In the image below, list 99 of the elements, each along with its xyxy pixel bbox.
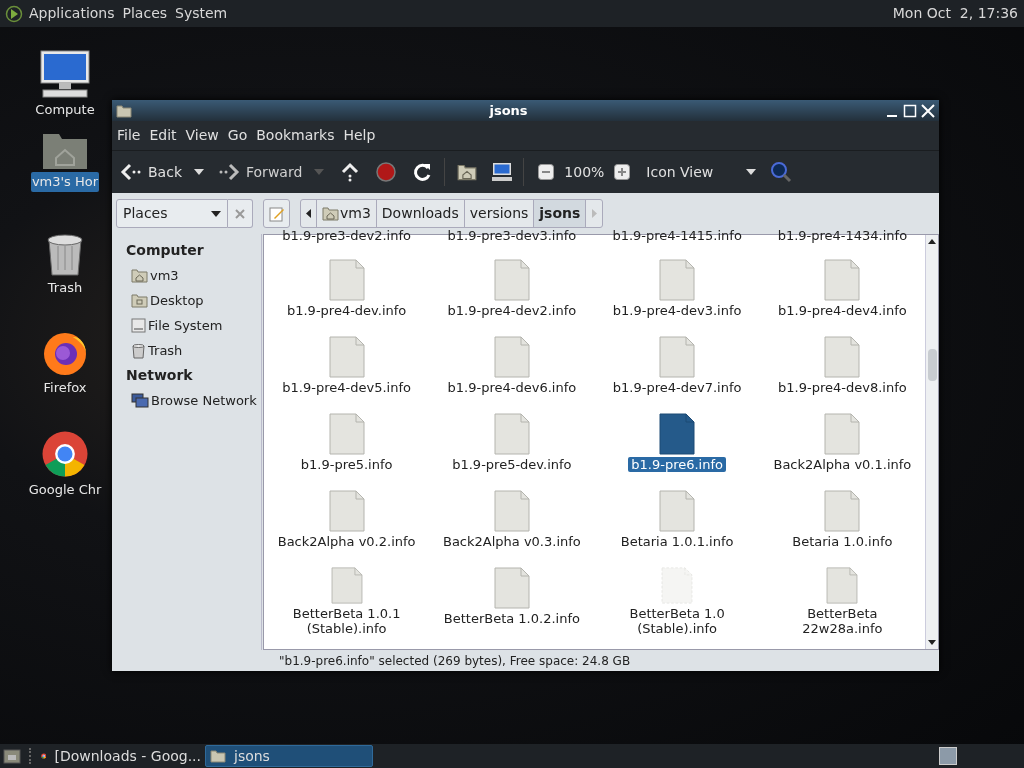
file-name[interactable]: b1.9-pre4-dev4.info xyxy=(775,303,910,318)
forward-arrow-icon xyxy=(218,163,240,181)
file-name[interactable]: b1.9-pre4-dev3.info xyxy=(609,303,745,318)
zoom-level: 100% xyxy=(564,162,605,182)
document-icon[interactable] xyxy=(659,413,696,455)
places-dropdown[interactable]: Places xyxy=(116,199,228,228)
file-name[interactable]: BetterBeta 1.0.2.info xyxy=(440,611,583,626)
sidebar-item[interactable]: vm3 xyxy=(126,263,179,288)
view-mode-dropdown[interactable]: Icon View xyxy=(646,161,757,183)
right-arrow-icon xyxy=(591,209,597,218)
desktop-icon-label[interactable]: Trash xyxy=(46,278,84,298)
reload-icon[interactable] xyxy=(412,162,433,182)
computer-icon xyxy=(39,50,91,98)
file-name[interactable]: BetterBeta 1.0.1 (Stable).info xyxy=(271,606,422,636)
path-crumb[interactable]: Downloads xyxy=(376,200,465,227)
close-sidebar-button[interactable] xyxy=(228,199,253,228)
file-name[interactable]: Back2Alpha v0.3.info xyxy=(439,534,584,549)
sidebar-item[interactable]: File System xyxy=(126,313,223,338)
sidebar-item[interactable]: Browse Network xyxy=(126,388,257,413)
network-icon xyxy=(131,392,149,409)
file-name[interactable]: b1.9-pre4-dev8.info xyxy=(775,380,910,395)
left-arrow-icon xyxy=(306,209,311,218)
home-folder-icon xyxy=(131,268,148,283)
window-title: jsons xyxy=(489,101,528,120)
close-icon[interactable] xyxy=(921,103,935,118)
firefox-logo-icon xyxy=(42,330,88,376)
menu-item[interactable]: Help xyxy=(343,125,376,146)
drive-icon xyxy=(131,318,146,333)
file-name[interactable]: Back2Alpha v0.2.info xyxy=(274,534,419,549)
file-name[interactable]: b1.9-pre5-dev.info xyxy=(449,457,575,472)
menu-item[interactable]: Bookmarks xyxy=(256,125,335,146)
menu-item[interactable]: Go xyxy=(227,125,248,146)
scroll-thumb[interactable] xyxy=(927,349,937,381)
home-folder-icon xyxy=(322,206,339,221)
forward-button[interactable]: Forward xyxy=(218,161,303,183)
dropdown-arrow-icon xyxy=(211,210,221,217)
search-icon[interactable] xyxy=(770,161,793,183)
desktop-icon-label[interactable]: vm3's Hor xyxy=(30,172,100,192)
edit-location-button[interactable] xyxy=(263,199,290,228)
scroll-up-icon[interactable] xyxy=(928,239,936,244)
file-name[interactable]: Back2Alpha v0.1.info xyxy=(770,457,915,472)
stop-icon[interactable] xyxy=(376,162,397,182)
file-name[interactable]: BetterBeta 22w28a.info xyxy=(767,606,918,636)
file-name[interactable]: b1.9-pre4-1415.info xyxy=(612,229,742,243)
file-name[interactable]: BetterBeta 1.0 (Stable).info xyxy=(602,606,753,636)
folder-icon xyxy=(210,749,226,763)
folder-icon xyxy=(131,293,148,308)
file-name[interactable]: b1.9-pre3-dev3.info xyxy=(447,229,577,243)
desktop-icon-label[interactable]: Firefox xyxy=(42,378,88,398)
file-name[interactable]: b1.9-pre4-dev2.info xyxy=(444,303,580,318)
panel-menu[interactable]: Applications xyxy=(29,3,115,24)
trash-icon xyxy=(46,232,84,276)
sidebar-item[interactable]: Desktop xyxy=(126,288,204,313)
scroll-down-icon[interactable] xyxy=(928,640,936,645)
scrollbar[interactable] xyxy=(925,235,938,649)
distro-logo-icon xyxy=(5,4,23,23)
home-folder-icon[interactable] xyxy=(457,163,478,181)
taskbar-button[interactable]: jsons xyxy=(205,745,373,767)
back-arrow-icon xyxy=(120,163,142,181)
sidebar-item[interactable]: Trash xyxy=(126,338,183,363)
taskbar-button[interactable]: [Downloads - Goog... xyxy=(37,745,205,767)
desktop-icon-label[interactable]: Google Chr xyxy=(27,480,103,500)
folder-icon xyxy=(116,103,132,118)
show-desktop-icon[interactable] xyxy=(3,748,21,764)
path-crumb[interactable]: jsons xyxy=(534,200,587,227)
sidebar-heading: Computer xyxy=(126,241,204,260)
file-name[interactable]: b1.9-pre4-dev7.info xyxy=(609,380,745,395)
back-button[interactable]: Back xyxy=(120,161,182,183)
menu-item[interactable]: File xyxy=(117,125,141,146)
sidebar-heading: Network xyxy=(126,366,193,385)
maximize-icon[interactable] xyxy=(903,103,917,118)
file-name[interactable]: b1.9-pre5.info xyxy=(297,457,396,472)
workspace-switcher-icon[interactable] xyxy=(939,747,957,765)
file-name[interactable]: b1.9-pre6.info xyxy=(628,457,726,472)
up-arrow-icon[interactable] xyxy=(340,162,361,182)
menu-item[interactable]: View xyxy=(185,125,219,146)
file-name[interactable]: Betaria 1.0.1.info xyxy=(617,534,737,549)
close-icon xyxy=(235,208,245,219)
file-name[interactable]: b1.9-pre3-dev2.info xyxy=(282,229,411,243)
zoom-in-icon[interactable] xyxy=(614,164,631,180)
file-name[interactable]: b1.9-pre4-1434.info xyxy=(777,229,908,243)
file-name[interactable]: b1.9-pre4-dev5.info xyxy=(279,380,414,395)
desktop-icon-label[interactable]: Compute xyxy=(34,100,96,120)
trash-icon xyxy=(131,342,146,359)
panel-clock[interactable]: Mon Oct 2, 17:36 xyxy=(892,3,1018,24)
zoom-out-icon[interactable] xyxy=(538,164,555,180)
menu-item[interactable]: Edit xyxy=(149,125,177,146)
file-name[interactable]: Betaria 1.0.info xyxy=(789,534,896,549)
path-crumb[interactable]: vm3 xyxy=(317,200,377,227)
dropdown-arrow-icon[interactable] xyxy=(194,169,204,175)
pencil-note-icon xyxy=(268,205,285,222)
file-name[interactable]: b1.9-pre4-dev6.info xyxy=(444,380,580,395)
computer-icon[interactable] xyxy=(491,162,514,182)
panel-menu[interactable]: System xyxy=(175,3,228,24)
dropdown-arrow-icon xyxy=(314,169,325,175)
panel-menu[interactable]: Places xyxy=(122,3,168,24)
status-text: "b1.9-pre6.info" selected (269 bytes), Free space: 24.8 GB xyxy=(279,652,631,670)
dropdown-arrow-icon xyxy=(746,169,757,175)
file-name[interactable]: b1.9-pre4-dev.info xyxy=(283,303,410,318)
